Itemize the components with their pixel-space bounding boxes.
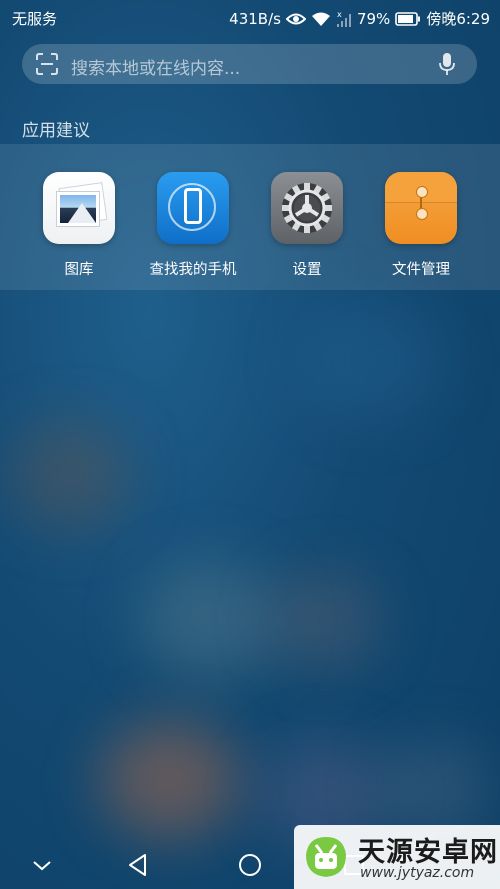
app-label: 文件管理	[392, 262, 450, 278]
clock: 傍晚6:29	[426, 10, 490, 28]
network-speed: 431B/s	[229, 9, 281, 28]
battery-icon	[395, 11, 421, 26]
wifi-icon	[311, 12, 330, 26]
app-label: 设置	[292, 262, 322, 278]
watermark-url: www.jytyaz.com	[360, 865, 475, 881]
battery-percent: 79%	[356, 9, 391, 28]
app-suggestions: 图库 查找我的手机 设置 文件管理	[0, 144, 500, 290]
section-title: 应用建议	[22, 121, 90, 141]
app-find-phone[interactable]: 查找我的手机	[136, 172, 250, 279]
carrier-text: 无服务	[12, 10, 58, 28]
file-manager-icon[interactable]	[385, 172, 457, 244]
watermark: 天源安卓网 www.jytyaz.com	[294, 825, 500, 889]
wallpaper-blob	[100, 720, 240, 840]
find-phone-icon[interactable]	[157, 172, 229, 244]
status-icons: 431B/s x 79% 傍晚6:29	[229, 8, 490, 29]
watermark-title: 天源安卓网	[358, 837, 498, 868]
wallpaper-blob	[270, 570, 380, 670]
app-label: 图库	[64, 262, 94, 278]
app-gallery[interactable]: 图库	[22, 172, 136, 279]
svg-text:x: x	[337, 10, 342, 19]
watermark-logo-icon	[306, 837, 346, 877]
settings-gear-icon[interactable]	[271, 172, 343, 244]
status-bar: 无服务 431B/s x 79% 傍晚6:29	[0, 0, 500, 34]
no-signal-icon: x	[336, 10, 351, 27]
eye-icon	[285, 13, 306, 24]
microphone-icon[interactable]	[439, 52, 455, 76]
app-label: 查找我的手机	[149, 262, 237, 278]
gallery-icon[interactable]	[43, 172, 115, 244]
collapse-icon[interactable]	[28, 851, 56, 879]
app-settings[interactable]: 设置	[250, 172, 364, 279]
wallpaper-blob	[140, 560, 280, 680]
wallpaper-blob	[300, 300, 440, 420]
wallpaper-blob	[10, 420, 130, 530]
home-icon[interactable]	[236, 851, 264, 879]
back-icon[interactable]	[124, 851, 152, 879]
app-file-manager[interactable]: 文件管理	[364, 172, 478, 279]
search-bar[interactable]: 搜索本地或在线内容...	[22, 44, 477, 84]
scan-icon[interactable]	[36, 53, 58, 75]
search-input[interactable]: 搜索本地或在线内容...	[71, 54, 240, 79]
